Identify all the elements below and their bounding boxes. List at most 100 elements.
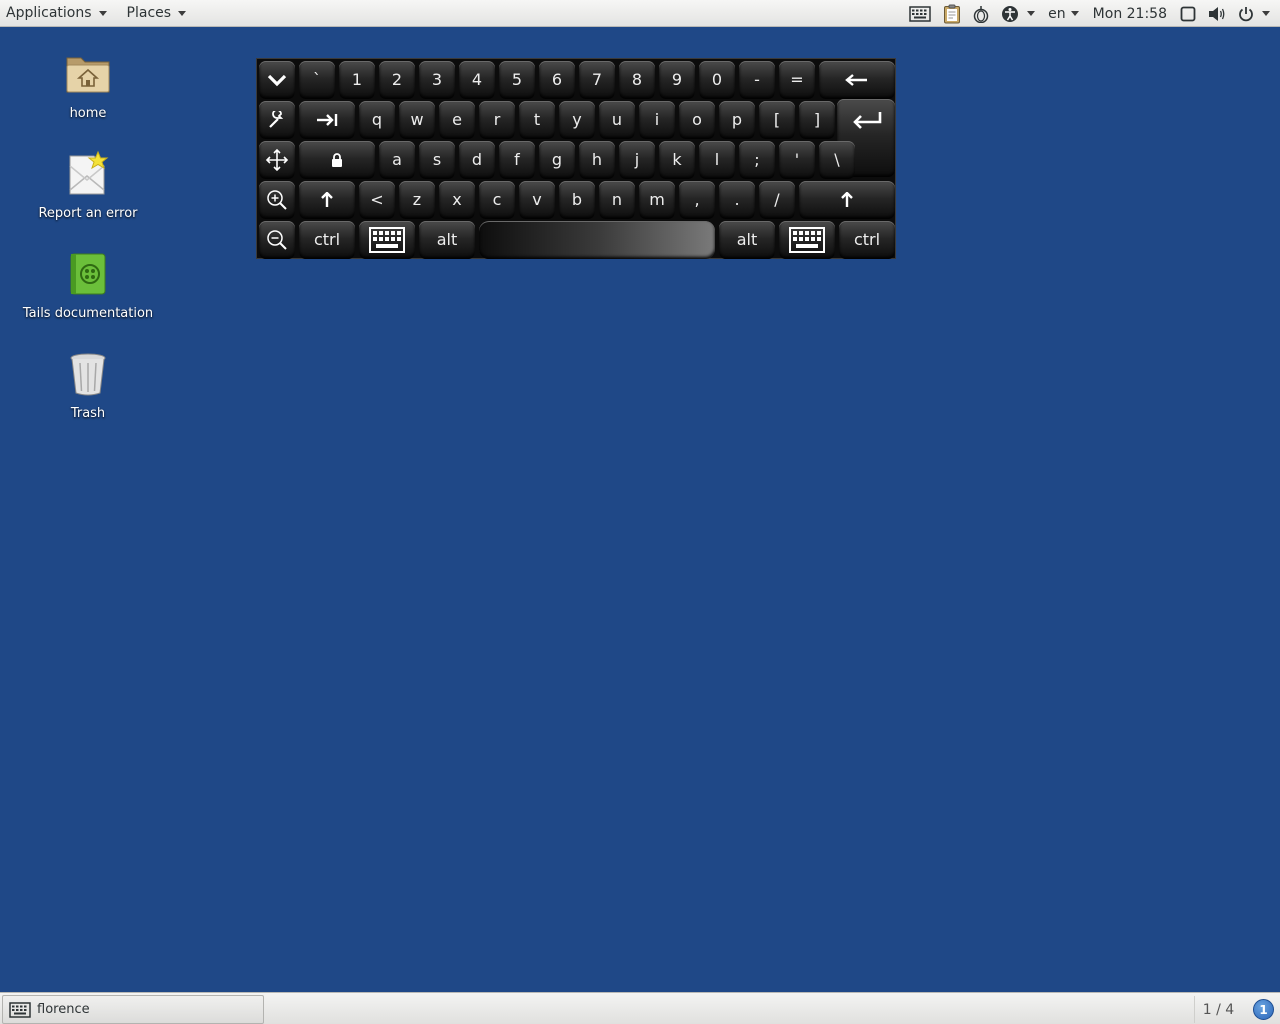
key-label: [ [773,110,781,129]
char-key[interactable]: , [679,181,715,219]
char-key[interactable]: 6 [539,61,575,99]
key-label: 6 [551,70,563,89]
tor-onion-icon[interactable] [967,0,995,27]
shift-left-key[interactable] [299,181,355,219]
workspace-switcher[interactable]: 1 / 4 [1194,996,1242,1023]
char-key[interactable]: o [679,101,715,139]
key-label: 8 [631,70,643,89]
char-key[interactable]: y [559,101,595,139]
alt-right-key[interactable]: alt [719,221,775,259]
char-key[interactable]: f [499,141,535,179]
char-key[interactable]: \ [819,141,855,179]
language-menu[interactable]: en [1041,0,1086,27]
char-key[interactable]: g [539,141,575,179]
char-key[interactable]: / [759,181,795,219]
char-key[interactable]: ; [739,141,775,179]
char-key[interactable]: i [639,101,675,139]
shift-right-key[interactable] [799,181,895,219]
char-key[interactable]: q [359,101,395,139]
char-key[interactable]: s [419,141,455,179]
clock[interactable]: Mon 21:58 [1086,0,1174,27]
char-key[interactable]: < [359,181,395,219]
chevron-down-icon [98,10,107,16]
char-key[interactable]: . [719,181,755,219]
char-key[interactable]: j [619,141,655,179]
char-key[interactable]: 8 [619,61,655,99]
applications-menu-label: Applications [6,5,92,21]
super-right-key[interactable] [779,221,835,259]
char-key[interactable]: 9 [659,61,695,99]
volume-icon[interactable] [1202,0,1232,27]
char-key[interactable]: e [439,101,475,139]
char-key[interactable]: 2 [379,61,415,99]
super-left-key[interactable] [359,221,415,259]
char-key[interactable]: 5 [499,61,535,99]
power-menu[interactable] [1232,0,1280,27]
char-key[interactable]: - [739,61,775,99]
clipboard-icon[interactable] [937,0,967,27]
trash-icon [64,350,112,398]
char-key[interactable]: 1 [339,61,375,99]
char-key[interactable]: l [699,141,735,179]
char-key[interactable]: z [399,181,435,219]
key-label: g [551,150,563,169]
desktop-icon-trash[interactable]: Trash [13,350,163,421]
key-label: < [370,190,384,209]
caps-lock-key[interactable] [299,141,375,179]
char-key[interactable]: 3 [419,61,455,99]
documentation-book-icon [64,250,112,298]
move-keyboard-key[interactable] [259,141,295,179]
key-label: y [572,110,582,129]
char-key[interactable]: w [399,101,435,139]
char-key[interactable]: 4 [459,61,495,99]
key-label: ; [754,150,760,169]
char-key[interactable]: d [459,141,495,179]
tab-key[interactable] [299,101,355,139]
window-icon[interactable] [1174,0,1202,27]
char-key[interactable]: u [599,101,635,139]
char-key[interactable]: a [379,141,415,179]
alt-left-key[interactable]: alt [419,221,475,259]
char-key[interactable]: ' [779,141,815,179]
chevron-down-icon [1027,11,1036,16]
zoom-in-key[interactable] [259,181,295,219]
places-menu[interactable]: Places [121,0,193,27]
char-key[interactable]: h [579,141,615,179]
collapse-keyboard-button[interactable] [259,61,295,99]
key-label: , [694,190,700,209]
char-key[interactable]: x [439,181,475,219]
char-key[interactable]: n [599,181,635,219]
zoom-out-key[interactable] [259,221,295,259]
accessibility-menu[interactable] [995,0,1041,27]
char-key[interactable]: ] [799,101,835,139]
desktop-icon-report-error[interactable]: Report an error [13,150,163,221]
keyboard-icon[interactable] [903,0,937,27]
char-key[interactable]: ` [299,61,335,99]
workspace-label: 1 / 4 [1202,1001,1235,1018]
enter-key[interactable] [839,101,895,139]
desktop-icon-tails-documentation[interactable]: Tails documentation [13,250,163,321]
char-key[interactable]: v [519,181,555,219]
char-key[interactable]: 0 [699,61,735,99]
space-key[interactable] [479,221,715,259]
char-key[interactable]: t [519,101,555,139]
char-key[interactable]: 7 [579,61,615,99]
char-key[interactable]: m [639,181,675,219]
ctrl-right-key[interactable]: ctrl [839,221,895,259]
ctrl-left-key[interactable]: ctrl [299,221,355,259]
char-key[interactable]: p [719,101,755,139]
desktop-icon-home[interactable]: home [13,50,163,121]
char-key[interactable]: c [479,181,515,219]
char-key[interactable]: = [779,61,815,99]
backspace-key[interactable] [819,61,895,99]
char-key[interactable]: [ [759,101,795,139]
key-label: 3 [431,70,443,89]
taskbar-window-button[interactable]: florence [2,995,264,1024]
notification-badge[interactable]: 1 [1253,999,1274,1020]
move-arrows-icon [265,148,289,172]
char-key[interactable]: r [479,101,515,139]
settings-key[interactable] [259,101,295,139]
applications-menu[interactable]: Applications [0,0,113,27]
char-key[interactable]: k [659,141,695,179]
char-key[interactable]: b [559,181,595,219]
